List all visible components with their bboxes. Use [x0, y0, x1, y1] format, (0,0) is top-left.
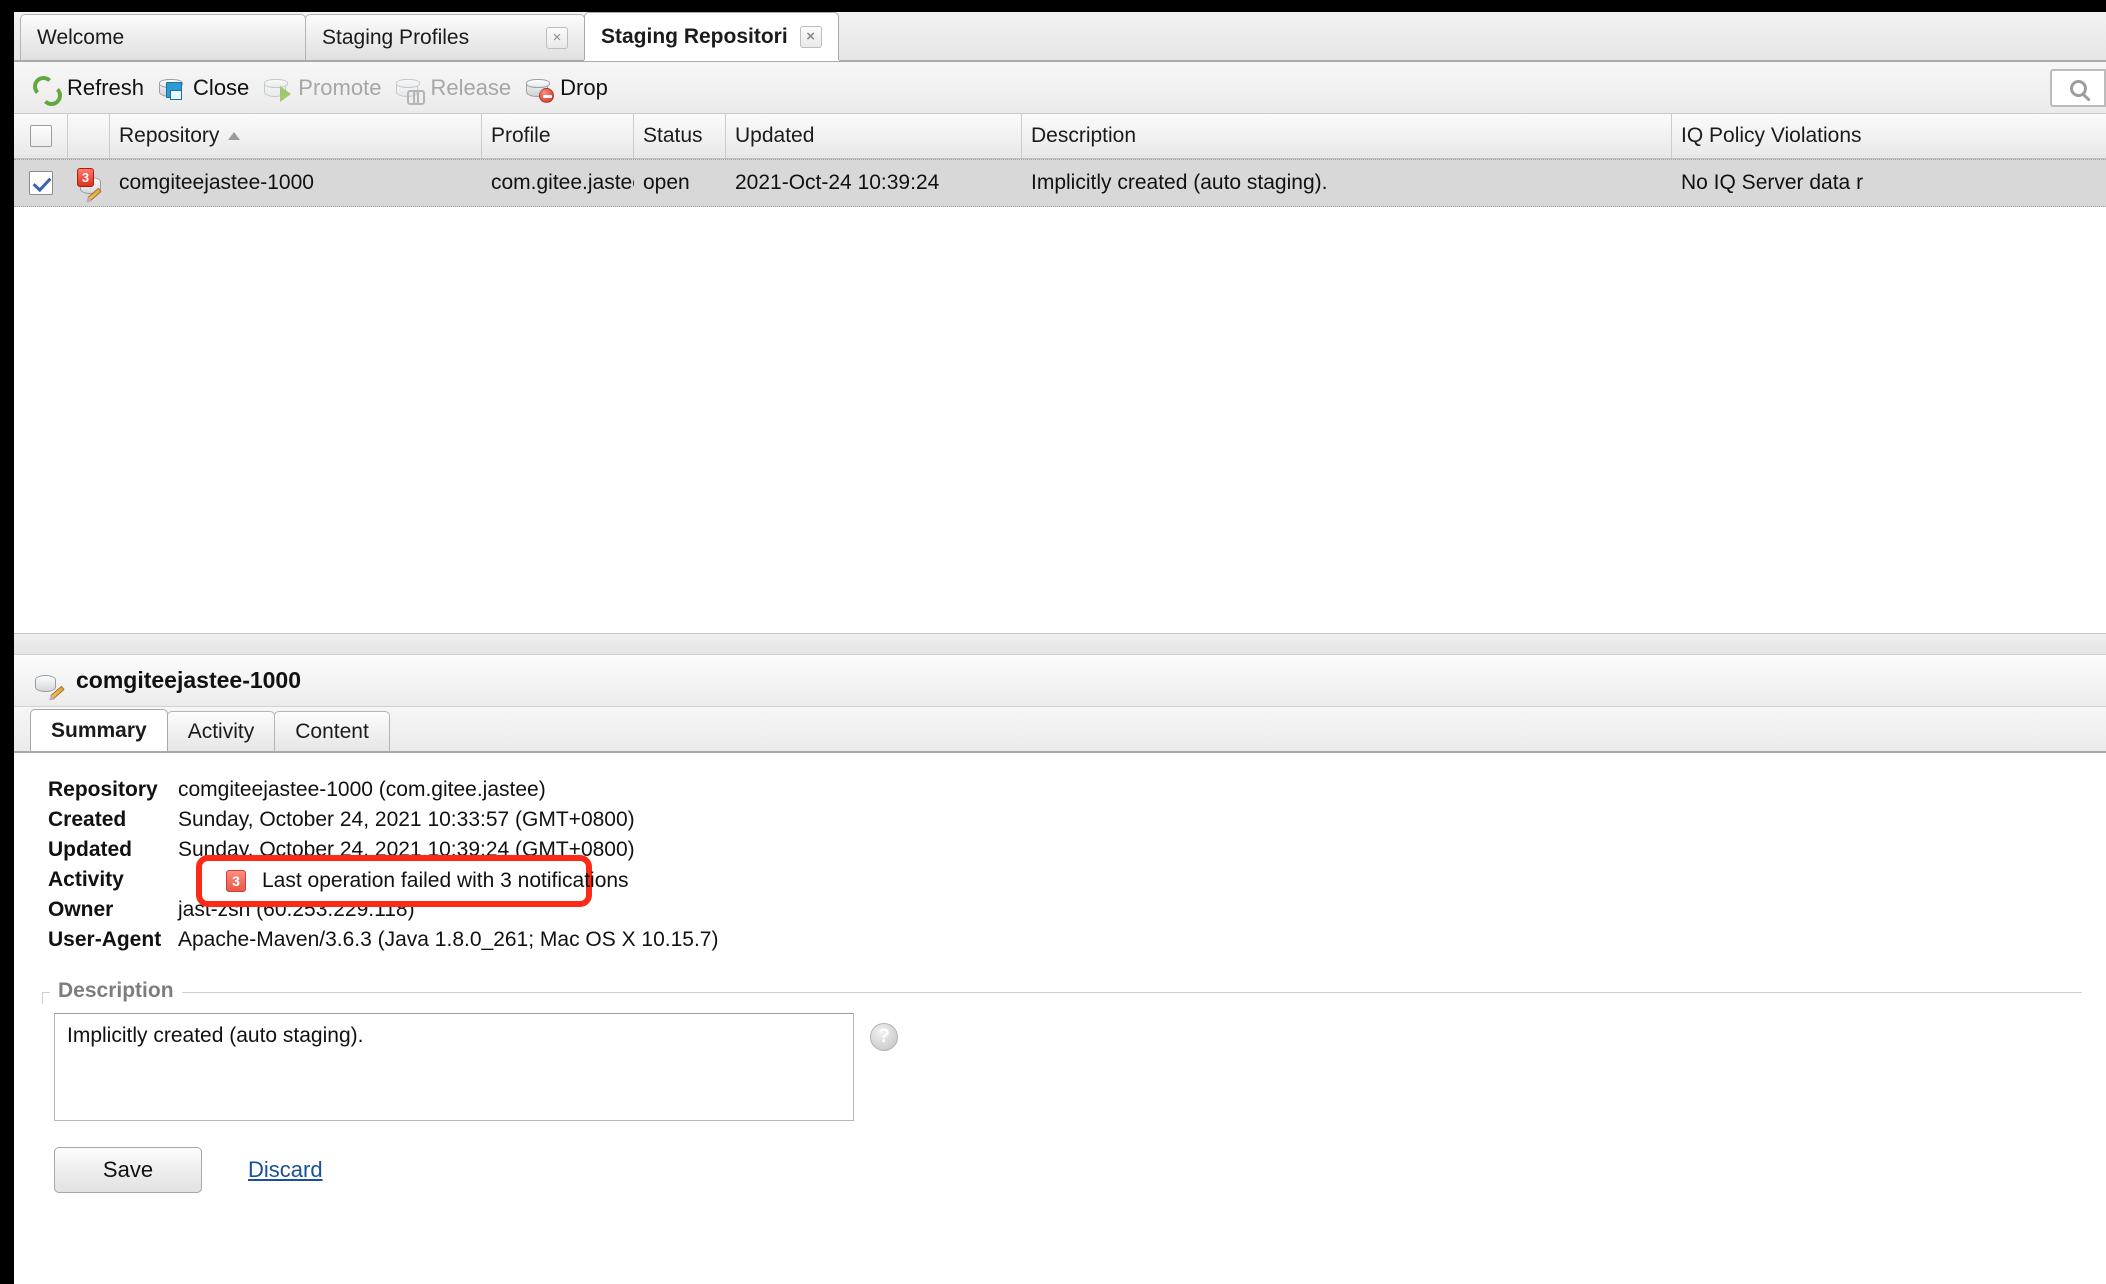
row-iq-policy-violations: No IQ Server data r	[1672, 160, 2106, 206]
tab-summary-label: Summary	[51, 719, 147, 743]
tab-summary[interactable]: Summary	[30, 709, 168, 751]
activity-highlight-annotation: 3 Last operation failed with 3 notificat…	[196, 855, 592, 907]
tab-staging-profiles-label: Staging Profiles	[322, 26, 534, 50]
staging-repositories-grid: Repository Profile Status Updated Descri…	[14, 114, 2106, 633]
repository-edit-icon: 3	[77, 168, 101, 198]
field-user-agent-label: User-Agent	[48, 928, 178, 952]
promote-icon	[263, 74, 291, 102]
field-updated-label: Updated	[48, 838, 178, 862]
grid-header-updated[interactable]: Updated	[726, 114, 1022, 158]
field-repository-label: Repository	[48, 778, 178, 802]
grid-header-icon	[68, 114, 110, 158]
row-profile: com.gitee.jastee	[482, 160, 634, 206]
search-input[interactable]	[2050, 69, 2106, 107]
tab-content[interactable]: Content	[274, 711, 390, 751]
grid-header-repository-label: Repository	[119, 124, 219, 148]
description-section: Description ? Save Discard	[28, 979, 2082, 1193]
discard-link[interactable]: Discard	[248, 1157, 323, 1183]
row-status: open	[634, 160, 726, 206]
refresh-button[interactable]: Refresh	[28, 68, 154, 108]
tab-welcome-label: Welcome	[37, 26, 289, 50]
detail-panel: comgiteejastee-1000 Summary Activity Con…	[14, 655, 2106, 1193]
refresh-icon	[32, 74, 60, 102]
row-repository: comgiteejastee-1000	[110, 160, 482, 206]
description-rule	[42, 992, 2082, 993]
row-checkbox[interactable]	[29, 171, 53, 195]
row-select-cell[interactable]	[14, 160, 68, 206]
tab-staging-repositories-label: Staging Repositori	[601, 25, 788, 49]
grid-header-repository[interactable]: Repository	[110, 114, 482, 158]
field-user-agent: User-Agent Apache-Maven/3.6.3 (Java 1.8.…	[48, 925, 2106, 955]
grid-header-description-label: Description	[1031, 124, 1136, 148]
row-updated: 2021-Oct-24 10:39:24	[726, 160, 1022, 206]
promote-button-label: Promote	[298, 75, 381, 101]
field-created-label: Created	[48, 808, 178, 832]
tab-staging-profiles[interactable]: Staging Profiles ×	[305, 14, 585, 60]
grid-header-select-all[interactable]	[14, 114, 68, 158]
detail-panel-header: comgiteejastee-1000	[14, 655, 2106, 707]
row-description: Implicitly created (auto staging).	[1022, 160, 1672, 206]
summary-fields: Repository comgiteejastee-1000 (com.gite…	[14, 753, 2106, 955]
detail-tab-bar: Summary Activity Content	[14, 707, 2106, 753]
field-owner-label: Owner	[48, 898, 178, 922]
grid-header-profile-label: Profile	[491, 124, 551, 148]
description-body: ?	[28, 993, 2082, 1121]
grid-header-status-label: Status	[643, 124, 703, 148]
close-icon[interactable]: ×	[800, 26, 822, 48]
grid-empty-area	[14, 207, 2106, 633]
drop-button[interactable]: Drop	[521, 68, 618, 108]
page-title: comgiteejastee-1000	[76, 667, 301, 694]
sort-ascending-icon	[228, 132, 240, 140]
repository-edit-icon	[32, 666, 64, 696]
tab-staging-repositories[interactable]: Staging Repositori ×	[584, 12, 839, 60]
tab-activity-label: Activity	[188, 720, 255, 744]
close-repository-icon	[158, 74, 186, 102]
field-created-value: Sunday, October 24, 2021 10:33:57 (GMT+0…	[178, 808, 635, 832]
grid-header-updated-label: Updated	[735, 124, 814, 148]
field-created: Created Sunday, October 24, 2021 10:33:5…	[48, 805, 2106, 835]
save-button[interactable]: Save	[54, 1147, 202, 1193]
tab-content-label: Content	[295, 720, 369, 744]
application-window: Welcome Staging Profiles × Staging Repos…	[14, 12, 2106, 1284]
screen: Welcome Staging Profiles × Staging Repos…	[0, 0, 2106, 1284]
grid-header-description[interactable]: Description	[1022, 114, 1672, 158]
select-all-checkbox[interactable]	[30, 125, 52, 147]
drop-button-label: Drop	[560, 75, 608, 101]
main-tab-bar: Welcome Staging Profiles × Staging Repos…	[14, 12, 2106, 62]
description-legend: Description	[50, 979, 182, 1003]
close-button-label: Close	[193, 75, 249, 101]
release-button-label: Release	[430, 75, 511, 101]
field-user-agent-value: Apache-Maven/3.6.3 (Java 1.8.0_261; Mac …	[178, 928, 718, 952]
notification-count-badge: 3	[77, 168, 94, 187]
tab-activity[interactable]: Activity	[167, 711, 276, 751]
promote-button: Promote	[259, 68, 391, 108]
refresh-button-label: Refresh	[67, 75, 144, 101]
row-icon-cell: 3	[68, 160, 110, 206]
toolbar: Refresh Close Promote Release	[14, 62, 2106, 114]
tab-welcome[interactable]: Welcome	[20, 14, 306, 60]
panel-splitter[interactable]	[14, 633, 2106, 655]
release-icon	[395, 74, 423, 102]
close-icon[interactable]: ×	[546, 27, 568, 49]
field-activity-label: Activity	[48, 868, 178, 892]
release-button: Release	[391, 68, 521, 108]
search-icon	[2070, 80, 2087, 97]
grid-header-profile[interactable]: Profile	[482, 114, 634, 158]
drop-icon	[525, 74, 553, 102]
grid-header-status[interactable]: Status	[634, 114, 726, 158]
notification-count-badge: 3	[226, 870, 246, 892]
table-row[interactable]: 3 comgiteejastee-1000 com.gitee.jastee o…	[14, 159, 2106, 207]
help-icon[interactable]: ?	[870, 1023, 898, 1051]
grid-header-row: Repository Profile Status Updated Descri…	[14, 114, 2106, 159]
description-textarea[interactable]	[54, 1013, 854, 1121]
field-repository: Repository comgiteejastee-1000 (com.gite…	[48, 775, 2106, 805]
field-repository-value: comgiteejastee-1000 (com.gitee.jastee)	[178, 778, 546, 802]
grid-header-iq-policy-violations[interactable]: IQ Policy Violations	[1672, 114, 2106, 158]
activity-status-text: Last operation failed with 3 notificatio…	[262, 869, 629, 893]
description-actions: Save Discard	[28, 1121, 2082, 1193]
close-button[interactable]: Close	[154, 68, 259, 108]
grid-header-iq-policy-violations-label: IQ Policy Violations	[1681, 124, 1862, 148]
